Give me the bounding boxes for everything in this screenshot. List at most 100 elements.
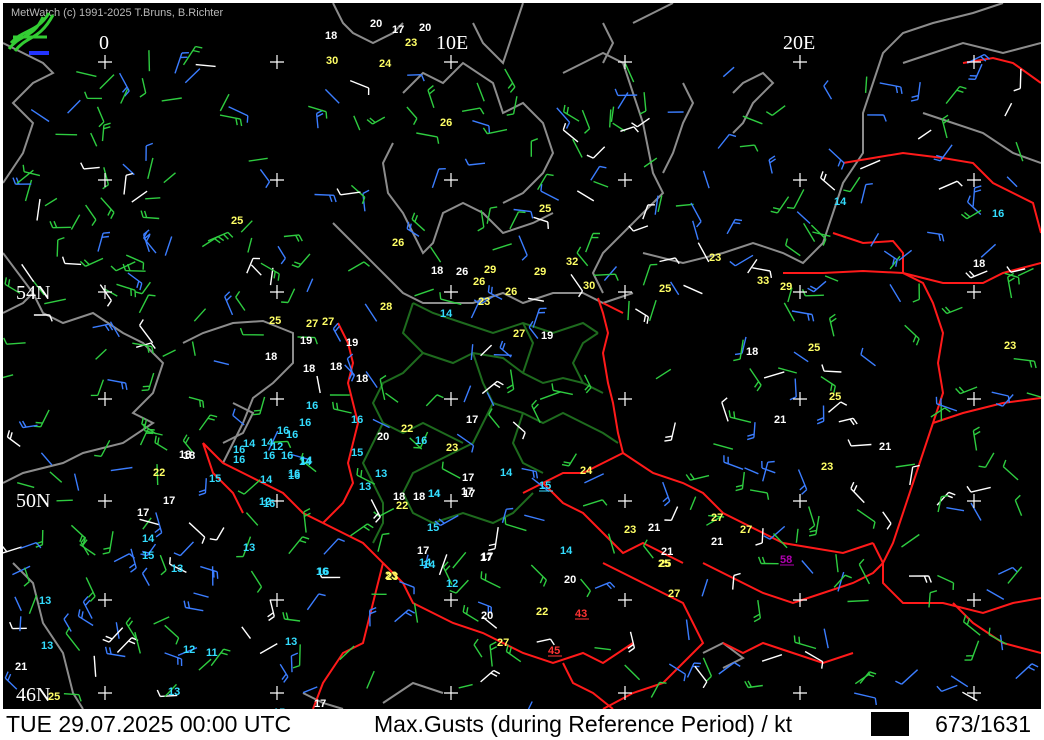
station-value: 26 bbox=[440, 117, 452, 129]
wind-barb bbox=[142, 517, 152, 530]
station-value: 20 bbox=[377, 431, 389, 443]
metwatch-logo-icon bbox=[7, 12, 55, 55]
wind-barb bbox=[582, 499, 608, 507]
station-value: 18 bbox=[303, 363, 315, 375]
wind-barb bbox=[1015, 663, 1039, 680]
wind-barb bbox=[1014, 494, 1023, 516]
wind-barb bbox=[850, 481, 865, 504]
wind-barb bbox=[145, 142, 154, 161]
wind-barb bbox=[55, 133, 78, 136]
station-value: 25 bbox=[659, 283, 671, 295]
wind-barb bbox=[224, 291, 234, 316]
wind-barb bbox=[164, 624, 180, 645]
station-value: 58 bbox=[780, 554, 792, 566]
wind-barb bbox=[713, 443, 734, 450]
wind-barb bbox=[28, 594, 38, 615]
wind-barb bbox=[209, 527, 225, 541]
station-value: 22 bbox=[401, 423, 413, 435]
wind-barb bbox=[820, 171, 836, 191]
wind-barb bbox=[90, 132, 98, 147]
wind-barb bbox=[562, 122, 579, 143]
station-value: 18 bbox=[183, 450, 195, 462]
wind-barb bbox=[642, 263, 658, 286]
grid-cross bbox=[618, 494, 632, 508]
station-value: 26 bbox=[505, 286, 517, 298]
station-value: 27 bbox=[711, 512, 723, 524]
station-value: 21 bbox=[15, 661, 27, 673]
wind-barb bbox=[860, 159, 881, 170]
station-value: 23 bbox=[624, 524, 636, 536]
wind-barb bbox=[847, 599, 869, 603]
wind-barb bbox=[1013, 358, 1037, 369]
wind-barb bbox=[406, 106, 418, 126]
station-value: 33 bbox=[757, 275, 769, 287]
station-value: 23 bbox=[478, 296, 490, 308]
station-value: 21 bbox=[648, 522, 660, 534]
weather-map[interactable]: 18 20 17 20 30 24 23 26 25 25 26 18 26 29 26 29 32 30 26 23… bbox=[3, 3, 1041, 709]
wind-barb bbox=[1004, 102, 1013, 117]
wind-barb bbox=[306, 278, 314, 293]
wind-barb bbox=[191, 341, 196, 356]
wind-barb bbox=[793, 635, 817, 650]
station-value: 13 bbox=[285, 636, 297, 648]
station-value: 16 bbox=[299, 417, 311, 429]
grid-cross bbox=[618, 593, 632, 607]
wind-barb bbox=[917, 129, 932, 140]
wind-barb bbox=[610, 106, 615, 122]
grid-cross bbox=[444, 55, 458, 69]
station-value: 20 bbox=[564, 574, 576, 586]
wind-barb bbox=[82, 596, 93, 619]
wind-barb bbox=[859, 671, 877, 684]
station-value: 25 bbox=[808, 342, 820, 354]
station-value: 16 bbox=[263, 450, 275, 462]
wind-barb bbox=[968, 63, 983, 80]
wind-barb bbox=[174, 52, 189, 74]
wind-barb bbox=[821, 364, 842, 373]
wind-barb bbox=[585, 232, 600, 253]
grid-cross bbox=[618, 392, 632, 406]
wind-barb bbox=[99, 74, 115, 90]
station-value: 23 bbox=[709, 252, 721, 264]
station-value: 27 bbox=[513, 328, 525, 340]
wind-barb bbox=[61, 256, 82, 266]
station-value: 18 bbox=[265, 351, 277, 363]
wind-barb bbox=[394, 609, 416, 623]
wind-barb bbox=[726, 218, 743, 235]
wind-barb bbox=[744, 680, 763, 689]
wind-barb bbox=[56, 499, 73, 502]
station-value: 19 bbox=[541, 330, 553, 342]
grid-cross bbox=[270, 392, 284, 406]
wind-barb bbox=[1002, 459, 1019, 481]
wind-barb bbox=[789, 378, 797, 401]
station-value: 14 bbox=[500, 467, 513, 479]
station-value: 20 bbox=[481, 610, 493, 622]
wind-barb bbox=[960, 209, 982, 220]
wind-barb bbox=[904, 324, 920, 346]
map-canvas[interactable]: 1820 17 2030 24232625252618 26 29262932302623… bbox=[3, 3, 1041, 709]
wind-barb bbox=[807, 280, 827, 293]
wind-barb bbox=[90, 379, 105, 397]
station-value: 29 bbox=[780, 281, 792, 293]
valid-datetime: TUE 29.07.2025 00:00 UTC bbox=[6, 711, 292, 737]
wind-barb bbox=[749, 368, 762, 392]
wind-barb bbox=[430, 246, 442, 263]
wind-barb bbox=[324, 88, 340, 104]
wind-barb bbox=[530, 564, 548, 587]
grid-cross bbox=[444, 593, 458, 607]
grid-cross bbox=[793, 392, 807, 406]
wind-barb bbox=[188, 396, 205, 408]
grid-cross bbox=[618, 55, 632, 69]
station-value: 13 bbox=[243, 542, 255, 554]
wind-barb bbox=[631, 117, 650, 128]
grid-cross bbox=[98, 593, 112, 607]
wind-barb bbox=[686, 662, 701, 678]
station-value: 15 bbox=[142, 550, 154, 562]
wind-barb bbox=[642, 539, 654, 559]
wind-barb bbox=[627, 631, 636, 653]
wind-barb bbox=[972, 185, 982, 207]
station-value: 17 bbox=[462, 472, 474, 484]
station-value: 24 bbox=[580, 465, 593, 477]
wind-barb bbox=[183, 600, 204, 612]
wind-barb bbox=[635, 308, 649, 324]
wind-barb bbox=[970, 502, 982, 521]
